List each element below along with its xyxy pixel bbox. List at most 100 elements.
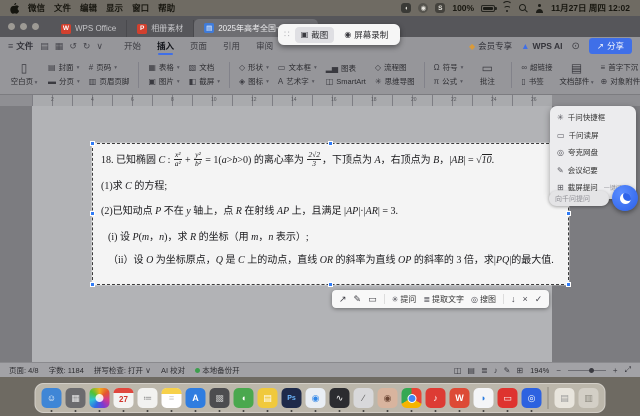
selection-handle[interactable] <box>566 211 571 216</box>
outline-view-icon[interactable]: ≣ <box>481 366 488 375</box>
dock-ruler-app[interactable]: ∕ <box>354 388 374 408</box>
menubar-item[interactable]: 窗口 <box>132 2 149 14</box>
zoom-window-button[interactable] <box>32 23 39 30</box>
spotlight-icon[interactable] <box>519 4 528 13</box>
menubar-item[interactable]: 编辑 <box>80 2 97 14</box>
wechat-menu-icon[interactable]: ◖ <box>401 3 411 13</box>
zoom-level[interactable]: 194% <box>530 366 549 375</box>
drag-handle-icon[interactable]: ∷ <box>284 29 290 40</box>
local-backup-status[interactable]: 本地备份开 <box>195 365 240 376</box>
arrow-tool-icon[interactable]: ↗ <box>339 294 347 305</box>
dock-photoshop[interactable]: Ps <box>282 388 302 408</box>
selection-handle[interactable] <box>328 141 333 146</box>
dock-quark[interactable]: ◎ <box>522 388 542 408</box>
spell-check[interactable]: 拼写检查: 打开 ∨ <box>94 365 151 376</box>
selection-handle[interactable] <box>90 141 95 146</box>
menubar-item[interactable]: 帮助 <box>158 2 175 14</box>
screenshot-button[interactable]: ▣截图 <box>295 27 335 43</box>
ai-proofread[interactable]: AI 校对 <box>161 365 185 376</box>
dock-wps[interactable]: W <box>450 388 470 408</box>
ribbon-comment-button[interactable]: ▭批注 <box>469 58 505 92</box>
dock-finder[interactable]: ☺ <box>42 388 62 408</box>
ribbon-table-button[interactable]: ▦表格▾ <box>145 62 182 73</box>
page-view-icon[interactable]: ▤ <box>467 366 475 375</box>
zoom-slider-knob[interactable] <box>589 368 594 373</box>
ribbon-doc-parts-button[interactable]: ▤文档部件 ▾ <box>559 58 595 92</box>
ribbon-chart-button[interactable]: ▂▅图表 <box>323 63 369 74</box>
eye-protect-icon[interactable]: ◫ <box>454 366 462 375</box>
pen-tool-icon[interactable]: ✎ <box>354 294 362 305</box>
dock-calendar[interactable]: 27 <box>114 388 134 408</box>
dock-launchpad[interactable]: ▦ <box>66 388 86 408</box>
ribbon-mind-map-button[interactable]: ✳思维导图 <box>372 76 418 87</box>
confirm-button[interactable]: ✓ <box>535 294 543 305</box>
selection-handle[interactable] <box>566 282 571 287</box>
panel-item-会议纪要[interactable]: ✎会议纪要 <box>557 165 629 176</box>
menubar-item[interactable]: 显示 <box>106 2 123 14</box>
wps-ai-button[interactable]: ▲ WPS AI <box>521 41 562 51</box>
ribbon-formula-button[interactable]: π公式▾ <box>431 76 467 87</box>
dock-reminders[interactable]: ≔ <box>138 388 158 408</box>
ribbon-tab-引用[interactable]: 引用 <box>215 37 248 55</box>
zoom-out-button[interactable]: − <box>556 366 561 375</box>
ribbon-flowchart-button[interactable]: ◇流程图 <box>372 62 418 73</box>
screen-record-button[interactable]: ◉屏幕录制 <box>338 27 394 43</box>
ribbon-text-box-button[interactable]: ▭文本框▾ <box>275 62 320 73</box>
ribbon-tab-插入[interactable]: 插入 <box>149 37 182 55</box>
share-button[interactable]: ↗ 分享 <box>589 38 632 54</box>
ribbon-symbol-button[interactable]: Ω符号▾ <box>431 62 467 73</box>
ribbon-icons-button[interactable]: ◈图标▾ <box>236 76 272 87</box>
ribbon-bookmark-button[interactable]: ▯书签 <box>518 76 555 87</box>
dock-qq[interactable]: ◗ <box>474 388 494 408</box>
ribbon-word-art-button[interactable]: A艺术字▾ <box>275 76 320 87</box>
minimize-window-button[interactable] <box>20 23 27 30</box>
user-switch-icon[interactable] <box>535 4 544 13</box>
ribbon-hyperlink-button[interactable]: ∞超链接 <box>518 62 555 73</box>
ribbon-header-footer-button[interactable]: ▥页眉页脚 <box>86 76 133 87</box>
file-menu-button[interactable]: ≡ 文件 <box>8 40 33 52</box>
undo-icon[interactable]: ↺ <box>69 41 77 52</box>
search-image-button[interactable]: ◎搜图 <box>471 294 496 305</box>
ribbon-tab-页面[interactable]: 页面 <box>182 37 215 55</box>
extract-text-button[interactable]: ≣提取文字 <box>423 294 464 305</box>
dock-settings[interactable]: ▩ <box>210 388 230 408</box>
menubar-app-name[interactable]: 微信 <box>28 2 45 14</box>
qianwen-launcher-button[interactable] <box>612 185 638 211</box>
word-count[interactable]: 字数: 1184 <box>49 365 84 376</box>
more-commands-icon[interactable]: ∨ <box>96 41 103 52</box>
ribbon-picture-button[interactable]: ▣图片▾ <box>145 76 182 87</box>
window-tab-1[interactable]: WWPS Office <box>51 20 127 37</box>
ask-button[interactable]: ✳提问 <box>392 294 417 305</box>
zoom-slider[interactable] <box>568 370 606 371</box>
dock-file-stack[interactable]: ▤ <box>258 388 278 408</box>
ribbon-drop-cap-button[interactable]: ≡首字下沉 <box>598 62 640 73</box>
panel-item-夸克网盘[interactable]: ◎夸克网盘 <box>557 147 629 158</box>
s-app-menu-icon[interactable]: S <box>435 3 445 13</box>
ribbon-attachment-button[interactable]: ⊕对象附件▾ <box>598 76 640 87</box>
window-tab-2[interactable]: P相册素材 <box>127 20 194 37</box>
ribbon-page-break-button[interactable]: ▬分页▾ <box>45 76 83 87</box>
document-page[interactable]: 18. 已知椭圆 C : x²a² + y²b² = 1(a>b>0) 的离心率… <box>32 106 552 362</box>
dock-notes[interactable]: ≡ <box>162 388 182 408</box>
selection-handle[interactable] <box>90 211 95 216</box>
read-aloud-icon[interactable]: ♪ <box>494 366 498 375</box>
ribbon-tab-开始[interactable]: 开始 <box>116 37 149 55</box>
qianwen-input[interactable]: 向千问提问 <box>549 191 609 206</box>
selection-handle[interactable] <box>90 282 95 287</box>
shape-tool-icon[interactable]: ▭ <box>368 294 377 305</box>
ribbon-document-button[interactable]: ▧文档 <box>186 62 223 73</box>
collaboration-icon[interactable]: ⊙ <box>571 41 579 52</box>
ribbon-screen-clip-button[interactable]: ◧截屏▾ <box>186 76 223 87</box>
ribbon-page-number-button[interactable]: #页码▾ <box>86 62 133 73</box>
dock-trash[interactable]: ▥ <box>579 388 599 408</box>
panel-item-千问快捷框[interactable]: ✳千问快捷框 <box>557 112 629 123</box>
selection-handle[interactable] <box>328 282 333 287</box>
dock-downloads[interactable]: ▤ <box>555 388 575 408</box>
menubar-clock[interactable]: 11月27日 周四 12:02 <box>551 2 630 14</box>
dock-photos[interactable] <box>90 388 110 408</box>
page-indicator[interactable]: 页面: 4/8 <box>9 365 39 376</box>
capture-selection[interactable]: 18. 已知椭圆 C : x²a² + y²b² = 1(a>b>0) 的离心率… <box>92 143 569 285</box>
apple-menu-icon[interactable] <box>10 3 19 14</box>
vip-button[interactable]: ◆ 会员专享 <box>469 40 512 52</box>
download-button[interactable]: ↓ <box>511 294 516 304</box>
